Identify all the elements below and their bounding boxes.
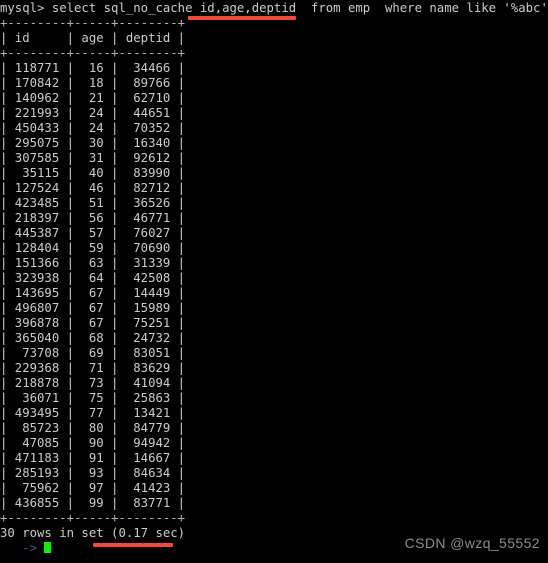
table-row: | 365040 | 68 | 24732 | — [0, 331, 186, 345]
table-row: | 118771 | 16 | 34466 | — [0, 61, 186, 75]
table-row: | 493495 | 77 | 13421 | — [0, 406, 186, 420]
csdn-watermark: CSDN @wzq_55552 — [404, 535, 540, 551]
annotation-underline-duration — [93, 543, 173, 547]
table-row: | 436855 | 99 | 83771 | — [0, 496, 186, 510]
table-row: | 75962 | 97 | 41423 | — [0, 481, 186, 495]
table-row: | 445387 | 57 | 76027 | — [0, 226, 186, 240]
table-row: | 229368 | 71 | 83629 | — [0, 361, 186, 375]
table-row: | 450433 | 24 | 70352 | — [0, 121, 186, 135]
cursor-spacer — [37, 541, 44, 555]
table-row: | 35115 | 40 | 83990 | — [0, 166, 186, 180]
table-row: | 323938 | 64 | 42508 | — [0, 271, 186, 285]
table-header-row: | id | age | deptid | — [0, 31, 186, 45]
table-row: | 127524 | 46 | 82712 | — [0, 181, 186, 195]
table-row: | 140962 | 21 | 62710 | — [0, 91, 186, 105]
table-row: | 47085 | 90 | 94942 | — [0, 436, 186, 450]
table-row: | 221993 | 24 | 44651 | — [0, 106, 186, 120]
table-body: | 118771 | 16 | 34466 | | 170842 | 18 | 8… — [0, 61, 548, 511]
table-header-separator: +--------+-----+--------+ — [0, 46, 186, 60]
table-row: | 170842 | 18 | 89766 | — [0, 76, 186, 90]
table-row: | 73708 | 69 | 83051 | — [0, 346, 186, 360]
table-row: | 496807 | 67 | 15989 | — [0, 301, 186, 315]
table-bottom-border: +--------+-----+--------+ — [0, 511, 186, 525]
table-row: | 396878 | 67 | 75251 | — [0, 316, 186, 330]
table-row: | 218397 | 56 | 46771 | — [0, 211, 186, 225]
table-row: | 285193 | 93 | 84634 | — [0, 466, 186, 480]
table-row: | 85723 | 80 | 84779 | — [0, 421, 186, 435]
table-row: | 423485 | 51 | 36526 | — [0, 196, 186, 210]
command-line: mysql> select sql_no_cache id,age,deptid… — [0, 1, 548, 15]
table-row: | 151366 | 63 | 31339 | — [0, 256, 186, 270]
table-row: | 143695 | 67 | 14449 | — [0, 286, 186, 300]
table-row: | 218878 | 73 | 41094 | — [0, 376, 186, 390]
terminal-window[interactable]: mysql> select sql_no_cache id,age,deptid… — [0, 0, 548, 563]
prompt-glyph: -> — [0, 541, 38, 555]
table-row: | 36071 | 75 | 25863 | — [0, 391, 186, 405]
table-row: | 307585 | 31 | 92612 | — [0, 151, 186, 165]
table-row: | 128404 | 59 | 70690 | — [0, 241, 186, 255]
table-row: | 471183 | 91 | 14667 | — [0, 451, 186, 465]
table-row: | 295075 | 30 | 16340 | — [0, 136, 186, 150]
terminal-cursor — [44, 542, 52, 553]
annotation-underline-columns — [188, 16, 296, 20]
